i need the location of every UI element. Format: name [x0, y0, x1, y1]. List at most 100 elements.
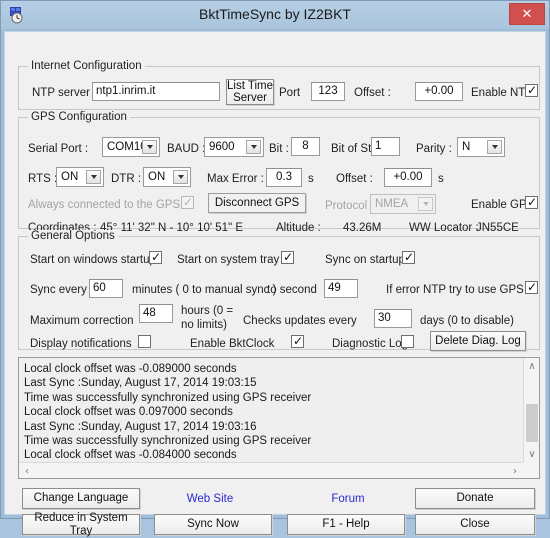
client-area: Internet Configuration NTP server ntp1.i… — [4, 31, 546, 537]
serial-port-select[interactable]: COM10 — [102, 137, 160, 157]
scroll-left-icon[interactable]: ‹ — [19, 463, 35, 478]
chevron-down-icon[interactable] — [487, 140, 502, 154]
protocol-value: NMEA — [375, 198, 409, 210]
checks-updates-input[interactable]: 30 — [374, 309, 412, 328]
altitude-label: Altitude : — [276, 222, 321, 234]
log-vertical-scrollbar[interactable]: ∧ ∨ — [523, 358, 539, 462]
if-error-ntp-checkbox[interactable]: ✓ — [525, 281, 538, 294]
parity-select[interactable]: N — [457, 137, 505, 157]
checkmark-icon: ✓ — [283, 250, 294, 264]
max-error-input[interactable]: 0.3 — [266, 168, 302, 187]
scroll-up-icon[interactable]: ∧ — [524, 358, 539, 374]
list-time-server-line1: List Time — [227, 80, 274, 92]
enable-gps-checkbox[interactable]: ✓ — [525, 196, 538, 209]
chevron-down-icon[interactable] — [173, 170, 188, 184]
disconnect-gps-button[interactable]: Disconnect GPS — [208, 193, 306, 213]
bit-input[interactable]: 8 — [291, 137, 320, 156]
general-options-title: General Options — [28, 230, 118, 242]
log-horizontal-scrollbar[interactable]: ‹ › — [19, 462, 523, 478]
serial-port-value: COM10 — [107, 141, 147, 153]
help-button[interactable]: F1 - Help — [287, 514, 405, 535]
log-output-box[interactable]: Local clock offset was -0.089000 seconds… — [18, 357, 540, 479]
parity-label: Parity : — [416, 143, 452, 155]
gps-offset-label: Offset : — [336, 173, 373, 185]
port-label: Port — [279, 87, 301, 99]
dtr-label: DTR : — [111, 173, 142, 185]
internet-configuration-title: Internet Configuration — [28, 60, 145, 72]
dtr-value: ON — [148, 171, 166, 183]
checkmark-icon: ✓ — [151, 250, 162, 264]
vertical-scroll-thumb[interactable] — [526, 404, 538, 442]
rts-value: ON — [61, 171, 79, 183]
scroll-down-icon[interactable]: ∨ — [524, 446, 539, 462]
close-button[interactable]: Close — [415, 514, 535, 535]
delete-diag-log-button[interactable]: Delete Diag. Log — [430, 331, 526, 351]
ntp-server-label: NTP server — [32, 87, 90, 99]
sync-now-button[interactable]: Sync Now — [154, 514, 272, 535]
if-error-ntp-label: If error NTP try to use GPS — [386, 284, 524, 296]
hours-hint-line1: hours (0 = — [181, 305, 234, 317]
display-notifications-label: Display notifications — [30, 338, 132, 350]
chevron-down-icon[interactable] — [86, 170, 101, 184]
diagnostic-log-checkbox[interactable] — [401, 335, 414, 348]
gps-offset-input[interactable]: +0.00 — [384, 168, 432, 187]
maximum-correction-label: Maximum correction — [30, 315, 134, 327]
gps-configuration-title: GPS Configuration — [28, 111, 130, 123]
parity-value: N — [462, 141, 471, 153]
checkmark-icon: ✓ — [527, 83, 538, 97]
donate-button[interactable]: Donate — [415, 488, 535, 509]
change-language-button[interactable]: Change Language — [22, 488, 140, 509]
ntp-offset-label: Offset : — [354, 87, 391, 99]
rts-select[interactable]: ON — [56, 167, 104, 187]
checks-updates-label: Checks updates every — [243, 315, 357, 327]
altitude-value: 43.26M — [343, 222, 382, 234]
baud-select[interactable]: 9600 — [204, 137, 264, 157]
window-title: BktTimeSync by IZ2BKT — [199, 6, 351, 22]
enable-ntp-label: Enable NTP — [471, 87, 534, 99]
max-error-unit-label: s — [308, 173, 314, 185]
checkmark-icon: ✓ — [527, 280, 538, 294]
checkmark-icon: ✓ — [183, 195, 194, 209]
sync-on-startup-label: Sync on startup — [325, 254, 405, 266]
gps-offset-unit-label: s — [438, 173, 444, 185]
forum-link[interactable]: Forum — [303, 493, 393, 505]
rts-label: RTS : — [28, 173, 58, 185]
window-close-button[interactable]: ✕ — [509, 3, 545, 25]
chevron-down-icon[interactable] — [246, 140, 261, 154]
always-connected-label: Always connected to the GPS — [28, 199, 181, 211]
web-site-link[interactable]: Web Site — [165, 493, 255, 505]
list-time-server-button[interactable]: List Time Server — [226, 79, 274, 105]
enable-ntp-checkbox[interactable]: ✓ — [525, 84, 538, 97]
display-notifications-checkbox[interactable] — [138, 335, 151, 348]
checkmark-icon: ✓ — [293, 334, 304, 348]
start-on-windows-startup-checkbox[interactable]: ✓ — [149, 251, 162, 264]
ntp-server-input[interactable]: ntp1.inrim.it — [92, 82, 220, 101]
title-bar: BktTimeSync by IZ2BKT ✕ — [1, 1, 549, 29]
start-on-system-tray-checkbox[interactable]: ✓ — [281, 251, 294, 264]
maximum-correction-input[interactable]: 48 — [139, 304, 173, 323]
sync-on-startup-checkbox[interactable]: ✓ — [402, 251, 415, 264]
dtr-select[interactable]: ON — [143, 167, 191, 187]
ntp-offset-input[interactable]: +0.00 — [415, 82, 463, 101]
days-hint-label: days (0 to disable) — [420, 315, 514, 327]
baud-label: BAUD : — [167, 143, 206, 155]
protocol-label: Protocol : — [325, 200, 374, 212]
bit-label: Bit : — [269, 143, 289, 155]
port-input[interactable]: 123 — [311, 82, 345, 101]
sync-every-input[interactable]: 60 — [89, 279, 123, 298]
start-on-windows-startup-label: Start on windows startup — [30, 254, 156, 266]
chevron-down-icon[interactable] — [142, 140, 157, 154]
enable-bktclock-checkbox[interactable]: ✓ — [291, 335, 304, 348]
coordinates-value: 45° 11' 32" N - 10° 10' 51" E — [100, 222, 244, 234]
to-second-input[interactable]: 49 — [324, 279, 358, 298]
to-second-label: to second — [267, 284, 317, 296]
bit-of-stop-input[interactable]: 1 — [371, 137, 400, 156]
sync-every-label: Sync every — [30, 284, 87, 296]
reduce-in-system-tray-button[interactable]: Reduce in System Tray — [22, 512, 140, 537]
diagnostic-log-label: Diagnostic Log — [332, 338, 409, 350]
application-window: BktTimeSync by IZ2BKT ✕ Internet Configu… — [0, 0, 550, 537]
checkmark-icon: ✓ — [404, 250, 415, 264]
max-error-label: Max Error : — [207, 173, 264, 185]
scrollbar-corner — [523, 462, 539, 478]
scroll-right-icon[interactable]: › — [507, 463, 523, 478]
